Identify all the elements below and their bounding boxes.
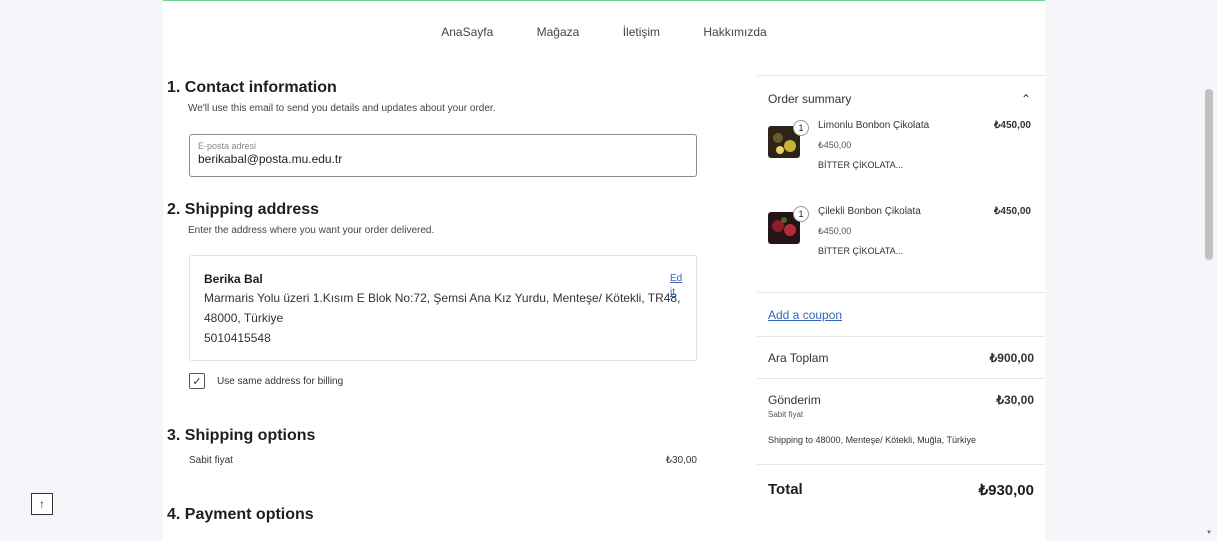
item-desc: BİTTER ÇİKOLATA... xyxy=(818,246,904,256)
scrollbar[interactable]: ▼ xyxy=(1201,0,1217,541)
nav-home[interactable]: AnaSayfa xyxy=(441,25,493,39)
item-qty-badge: 1 xyxy=(793,206,809,222)
nav-about[interactable]: Hakkımızda xyxy=(703,25,766,39)
email-field[interactable]: E-posta adresi berikabal@posta.mu.edu.tr xyxy=(189,134,697,177)
contact-desc: We'll use this email to send you details… xyxy=(188,103,496,114)
checkout-form: 1. Contact information We'll use this em… xyxy=(167,79,699,524)
edit-address-link[interactable]: Edit xyxy=(670,272,684,300)
billing-label: Use same address for billing xyxy=(217,375,344,387)
order-summary: Order summary ⌃ 1 Limonlu Bonbon Çikolat… xyxy=(757,75,1045,514)
address-card: Berika Bal Marmaris Yolu üzeri 1.Kısım E… xyxy=(189,255,697,361)
billing-row: ✓ Use same address for billing xyxy=(189,373,699,389)
scrollbar-thumb[interactable] xyxy=(1205,89,1213,260)
address-name: Berika Bal xyxy=(204,272,263,286)
shipping-title: 2. Shipping address xyxy=(167,201,320,218)
shipping-option-price: ₺30,00 xyxy=(665,455,697,466)
shipping-option[interactable]: Sabit fiyat ₺30,00 xyxy=(189,455,697,466)
nav-contact[interactable]: İletişim xyxy=(623,25,660,39)
shipping-value: ₺30,00 xyxy=(996,393,1034,407)
cart-item: 1 Çilekli Bonbon Çikolata ₺450,00 ₺450,0… xyxy=(757,206,1045,292)
item-price: ₺450,00 xyxy=(994,206,1031,217)
nav-shop[interactable]: Mağaza xyxy=(537,25,580,39)
subtotal-label: Ara Toplam xyxy=(768,350,829,365)
payment-title: 4. Payment options xyxy=(167,506,314,523)
arrow-up-icon[interactable]: ↑ xyxy=(31,493,53,515)
shipping-destination: Shipping to 48000, Menteşe/ Kötekli, Muğ… xyxy=(768,435,976,445)
options-title: 3. Shipping options xyxy=(167,427,316,444)
item-unit-price: ₺450,00 xyxy=(818,140,852,150)
total-label: Total xyxy=(768,481,803,498)
summary-header[interactable]: Order summary ⌃ xyxy=(757,76,1045,120)
total-row: Total ₺930,00 xyxy=(757,464,1045,514)
shipping-summary: Gönderim ₺30,00 Sabit fiyat Shipping to … xyxy=(757,378,1045,464)
contact-title: 1. Contact information xyxy=(167,79,337,96)
chevron-up-icon[interactable]: ⌃ xyxy=(1021,92,1031,120)
scroll-down-icon[interactable]: ▼ xyxy=(1206,530,1212,536)
billing-checkbox[interactable]: ✓ xyxy=(189,373,205,389)
total-value: ₺930,00 xyxy=(978,481,1034,499)
summary-title: Order summary xyxy=(768,92,852,106)
main-nav: AnaSayfa Mağaza İletişim Hakkımızda xyxy=(163,25,1045,39)
subtotal-row: Ara Toplam ₺900,00 xyxy=(757,336,1045,378)
email-value[interactable]: berikabal@posta.mu.edu.tr xyxy=(198,152,688,166)
shipping-method: Sabit fiyat xyxy=(189,455,233,466)
item-desc: BİTTER ÇİKOLATA... xyxy=(818,160,904,170)
item-unit-price: ₺450,00 xyxy=(818,226,852,236)
cart-item: 1 Limonlu Bonbon Çikolata ₺450,00 ₺450,0… xyxy=(757,120,1045,206)
address-text: Marmaris Yolu üzeri 1.Kısım E Blok No:72… xyxy=(204,291,681,325)
address-phone: 5010415548 xyxy=(204,331,271,345)
checkout-page: AnaSayfa Mağaza İletişim Hakkımızda 1. C… xyxy=(163,0,1045,541)
shipping-method-summary: Sabit fiyat xyxy=(768,410,804,419)
add-coupon-link[interactable]: Add a coupon xyxy=(768,308,842,322)
item-qty-badge: 1 xyxy=(793,120,809,136)
shipping-label: Gönderim xyxy=(768,393,821,407)
subtotal-value: ₺900,00 xyxy=(989,350,1034,365)
shipping-desc: Enter the address where you want your or… xyxy=(188,225,435,236)
email-label: E-posta adresi xyxy=(198,141,257,151)
item-price: ₺450,00 xyxy=(994,120,1031,131)
coupon-row: Add a coupon xyxy=(757,292,1045,336)
